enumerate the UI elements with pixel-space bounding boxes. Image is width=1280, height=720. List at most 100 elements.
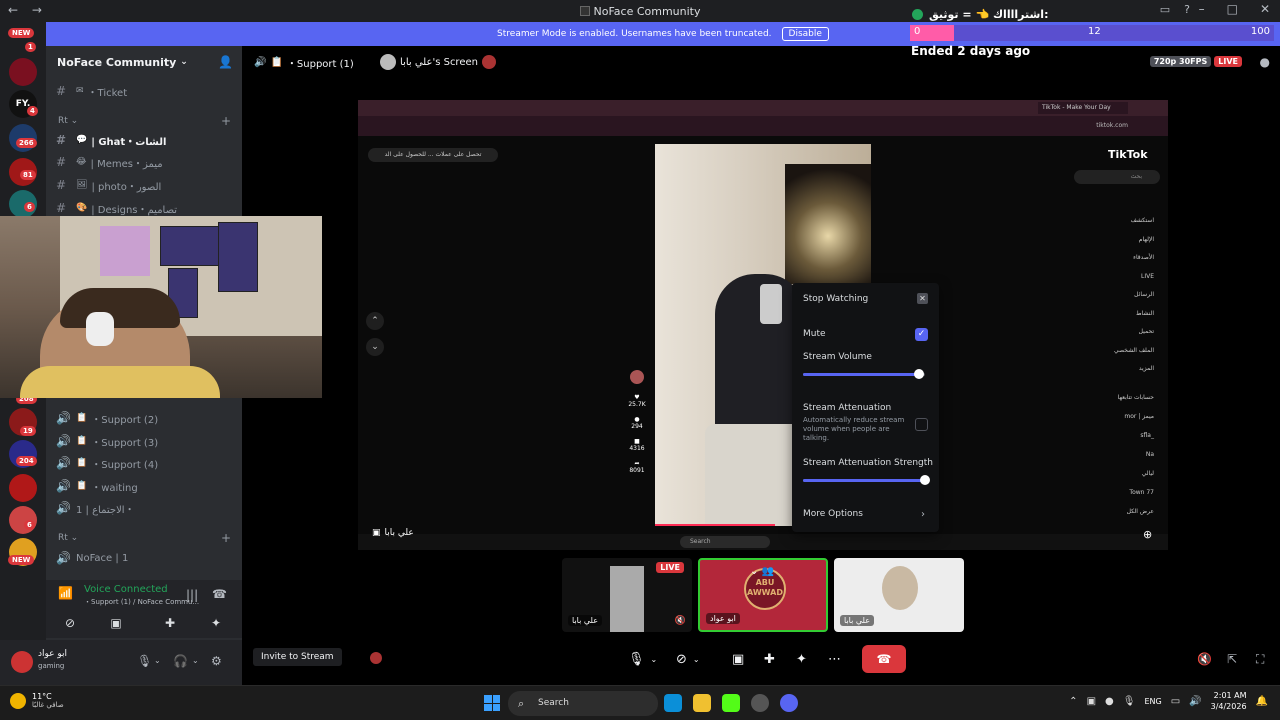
close-icon[interactable]: ✕ [917,293,928,304]
avatar[interactable] [370,652,382,664]
channel-name: ・Support (1) [286,59,354,70]
activities-button[interactable]: ✚ [148,613,192,633]
soundboard-button[interactable]: ✦ [796,645,807,673]
category-header[interactable]: Rt ⌄ + [58,114,231,128]
file-explorer-icon[interactable] [693,694,711,712]
voice-location[interactable]: ・Support (1) / NoFace Commu... [84,597,199,607]
popout-icon[interactable]: ⇱ [1227,652,1237,666]
headphones-icon[interactable]: 🎧 [173,654,188,668]
stop-watching-item[interactable]: Stop Watching [803,294,868,304]
stream-context-menu: Stop Watching ✕ Mute ✓ Stream Volume Str… [792,283,939,532]
chevron-down-icon[interactable]: ⌄ [154,656,161,665]
invite-people-icon[interactable]: 👤 [218,55,233,69]
camera-button[interactable]: ⊘ ⌄ [676,645,700,673]
server-icon[interactable] [9,474,37,502]
participant-tile[interactable]: علي بابا [834,558,964,632]
clock[interactable]: 2:01 AM 3/4/2026 [1211,690,1247,712]
overlay-title: اشترااااك 👈 = توثيق: [912,8,1048,21]
attenuation-strength-slider[interactable] [803,475,930,485]
voice-channel-support-2[interactable]: 🔊 📋 ・Support (2) [56,408,236,428]
channel-designs[interactable]: # 🎨 | Designs・تصاميم [56,198,236,218]
category-header[interactable]: Rt ⌄ + [58,531,231,545]
invite-to-stream-button[interactable]: Invite to Stream [253,648,342,666]
mute-label[interactable]: Mute [803,329,826,339]
nav-item: الرسائل [1134,291,1154,298]
more-options-item[interactable]: More Options [803,509,863,519]
tile-actions[interactable]: ⌄ 👥 [750,566,774,577]
noise-suppression-icon[interactable]: ||| [186,588,198,602]
more-button[interactable]: ⋯ [828,645,841,673]
discord-icon[interactable] [780,694,798,712]
microphone-button[interactable]: 🎙 ⌄ [628,645,657,673]
mute-checkbox[interactable]: ✓ [915,328,928,341]
user-name[interactable]: ابو عواد [38,649,67,659]
microphone-icon[interactable]: 🎙 [1123,696,1136,707]
server-badge: 204 [16,456,37,466]
voice-channel-support-4[interactable]: 🔊 📋 ・Support (4) [56,453,236,473]
channel-ticket[interactable]: # ✉ ・Ticket [56,81,236,101]
slider-knob[interactable] [913,369,924,379]
disconnect-button[interactable]: ☎ [862,645,906,673]
volume-icon[interactable]: 🔊 [1189,696,1201,707]
fullscreen-icon[interactable]: ⛶ [1256,652,1264,667]
muted-icon: 🔇 [674,616,686,626]
volume-muted-icon[interactable]: 🔇 [1197,652,1212,666]
voice-connected-label[interactable]: Voice Connected [84,584,168,595]
maximize-icon[interactable]: □ [1227,2,1238,16]
live-badge: LIVE [1214,56,1242,67]
participant-tile[interactable]: LIVE علي بابا 🔇 [562,558,692,632]
screen-share-button[interactable]: ▣ [94,613,138,633]
shared-screen[interactable]: TikTok - Make Your Day tiktok.com تحصل ع… [358,100,1168,550]
channel-photo[interactable]: # 🖼 | photo・الصور [56,175,236,195]
language-indicator[interactable]: ENG [1144,697,1161,706]
activities-button[interactable]: ✚ [764,645,775,673]
microphone-icon[interactable]: 🎙 [137,654,152,668]
slider-knob[interactable] [920,475,930,485]
minimize-icon[interactable]: – [1199,2,1205,16]
kick-icon[interactable] [722,694,740,712]
server-icon[interactable] [9,58,37,86]
start-icon[interactable] [484,695,500,711]
category-label: Rt [58,533,68,543]
chat-icon[interactable]: ● [1260,55,1270,69]
gear-icon[interactable]: ⚙ [211,654,222,668]
disable-streamer-mode-button[interactable]: Disable [781,27,829,41]
tray-app-icon[interactable]: ● [1105,696,1114,707]
voice-channel-meeting[interactable]: 🔊 1 | الاجتماع・ [56,498,236,518]
disconnect-icon[interactable]: ☎ [212,587,227,601]
camera-off-button[interactable]: ⊘ [48,613,92,633]
screen-share-button[interactable]: ▣ [732,645,744,673]
weather-widget[interactable]: 11°C صافي غالبًا [10,692,64,709]
chevron-down-icon[interactable]: ⌄ [192,656,199,665]
avatar[interactable] [11,651,33,673]
channel-breadcrumb[interactable]: 🔊 📋 ・Support (1) [254,55,354,70]
comment-icon: ● [634,416,640,423]
zoom-icon[interactable]: ⊕ [1143,528,1152,541]
attenuation-label[interactable]: Stream Attenuation [803,403,891,413]
guild-header[interactable]: NoFace Community ⌄ 👤 [46,46,242,78]
chevron-up-icon[interactable]: ⌃ [1069,696,1077,707]
steam-icon[interactable] [751,694,769,712]
tiktok-following: حسابات تتابعها mor | ميمز sfla_ Na ليالي… [1118,388,1154,521]
soundboard-button[interactable]: ✦ [194,613,238,633]
tray-app-icon[interactable]: ▣ [1087,696,1096,707]
voice-channel-support-3[interactable]: 🔊 📋 ・Support (3) [56,431,236,451]
voice-channel-waiting[interactable]: 🔊 📋 ・waiting [56,476,236,496]
add-channel-icon[interactable]: + [221,531,231,545]
taskbar-search[interactable]: ⌕ Search [508,691,658,716]
voice-status-panel: 📶 Voice Connected ・Support (1) / NoFace … [46,580,242,638]
display-icon[interactable]: ▭ [1171,696,1180,707]
attenuation-checkbox[interactable] [915,418,928,431]
notifications-icon[interactable]: 🔔 [1256,696,1268,707]
help-icon[interactable]: ? [1184,3,1190,16]
hash-icon: # [56,178,67,192]
close-icon[interactable]: ✕ [1260,2,1270,16]
add-channel-icon[interactable]: + [221,114,231,128]
edge-icon[interactable] [664,694,682,712]
participant-tile[interactable]: ABU AWWAD ⌄ 👥 ابو عواد [698,558,828,632]
stream-volume-slider[interactable] [803,369,925,379]
channel-memes[interactable]: # 😂 | Memes・ميمز [56,152,236,172]
inbox-icon[interactable]: ▭ [1160,3,1170,16]
voice-channel-noface[interactable]: 🔊 NoFace | 1 [56,548,236,568]
channel-ghat[interactable]: # 💬 | Ghat・الشات [56,130,236,150]
